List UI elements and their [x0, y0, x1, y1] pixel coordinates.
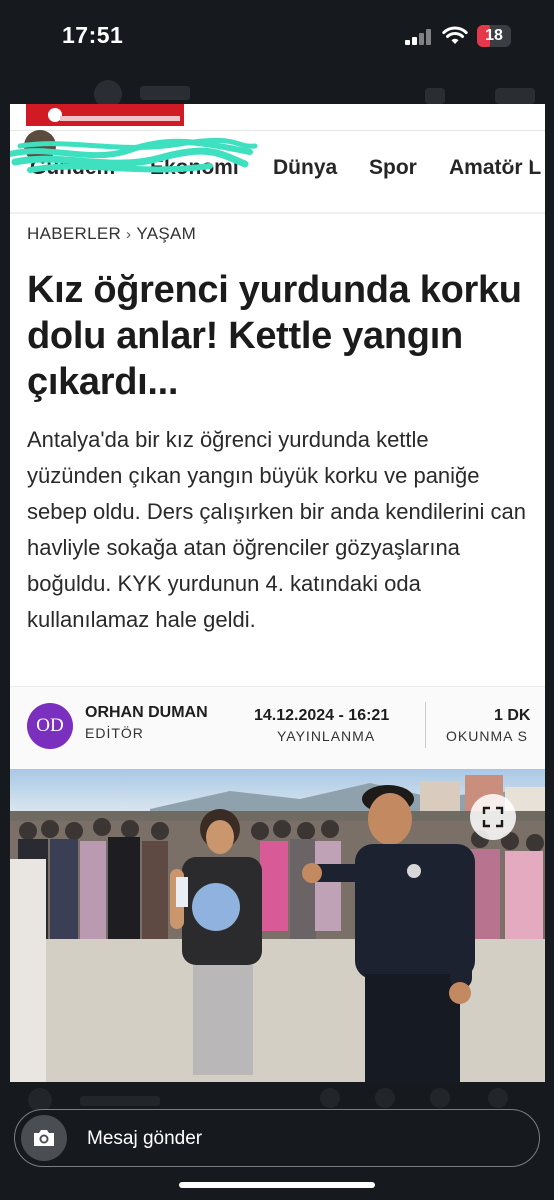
article-headline: Kız öğrenci yurdunda korku dolu anlar! K…: [27, 269, 522, 403]
breadcrumb-yasam[interactable]: YAŞAM: [136, 224, 196, 243]
story-footer-ghost: [28, 1088, 508, 1110]
reading-time: 1 DK: [494, 707, 531, 724]
publish-label: YAYINLANMA: [277, 728, 376, 744]
author-name[interactable]: ORHAN DUMAN: [85, 704, 208, 722]
nav-item-spor[interactable]: Spor: [369, 156, 417, 180]
battery-percent: 18: [485, 27, 503, 44]
camera-icon: [34, 1130, 54, 1146]
nav-item-dunya[interactable]: Dünya: [273, 156, 337, 180]
expand-photo-button[interactable]: [470, 794, 516, 840]
wifi-icon: [442, 26, 468, 44]
author-avatar[interactable]: OD: [27, 703, 73, 749]
breadcrumb: HABERLER › YAŞAM: [27, 224, 196, 244]
reading-label: OKUNMA S: [446, 728, 528, 744]
byline-divider: [425, 702, 426, 748]
author-role: EDİTÖR: [85, 725, 144, 741]
article-screenshot: Gündem Ekonomi Dünya Spor Amatör L HABER…: [10, 104, 545, 1082]
article-lead: Antalya'da bir kız öğrenci yurdunda kett…: [27, 427, 526, 632]
status-time: 17:51: [62, 22, 124, 48]
expand-icon: [482, 806, 504, 828]
close-icon[interactable]: [507, 134, 541, 168]
site-logo-tagline: [60, 116, 180, 121]
camera-button[interactable]: [21, 1115, 67, 1161]
home-indicator[interactable]: [179, 1182, 375, 1188]
nav-divider: [10, 212, 545, 214]
chevron-right-icon: ›: [126, 226, 132, 243]
article-photo[interactable]: [10, 769, 545, 1082]
redaction-scribble: [10, 130, 258, 173]
signal-icon: [405, 29, 433, 45]
breadcrumb-haberler[interactable]: HABERLER: [27, 224, 121, 243]
message-placeholder: Mesaj gönder: [87, 1128, 203, 1149]
publish-date: 14.12.2024 - 16:21: [254, 707, 390, 724]
